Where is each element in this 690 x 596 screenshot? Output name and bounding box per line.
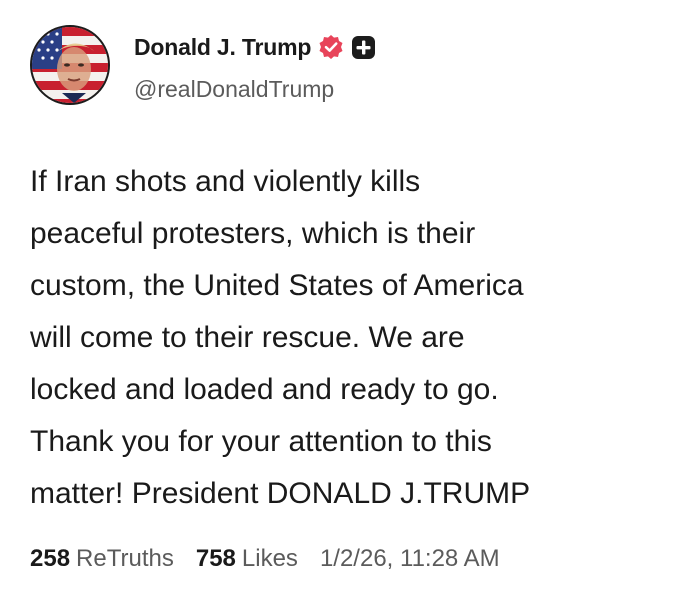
likes-stat[interactable]: 758 Likes <box>196 545 298 573</box>
author-handle[interactable]: @realDonaldTrump <box>134 76 334 103</box>
post-text-line: locked and loaded and ready to go. <box>30 373 499 406</box>
post-text-line: matter! President DONALD J.TRUMP <box>30 477 531 510</box>
post-text-line: custom, the United States of America <box>30 269 524 302</box>
avatar-image <box>32 27 108 103</box>
post-text-line: will come to their rescue. We are <box>30 321 465 354</box>
retruths-stat[interactable]: 258 ReTruths <box>30 545 174 573</box>
post-stats: 258 ReTruths 758 Likes 1/2/26, 11:28 AM <box>30 545 670 573</box>
verified-badge-icon <box>318 34 344 60</box>
retruths-count: 258 <box>30 545 71 572</box>
retruths-label: ReTruths <box>76 545 174 572</box>
truth-social-post: Donald J. Trump @realDonaldTrump If Iran… <box>0 0 690 596</box>
post-timestamp[interactable]: 1/2/26, 11:28 AM <box>320 545 500 573</box>
post-header: Donald J. Trump @realDonaldTrump <box>30 20 660 110</box>
avatar[interactable] <box>30 25 110 105</box>
post-text-line: peaceful protesters, which is their <box>30 217 476 250</box>
post-text-line: Thank you for your attention to this <box>30 425 492 458</box>
post-text-line: If Iran shots and violently kills <box>30 165 421 198</box>
post-body: If Iran shots and violently kills peacef… <box>30 156 670 520</box>
display-name[interactable]: Donald J. Trump <box>134 34 311 61</box>
name-row: Donald J. Trump <box>134 30 376 64</box>
likes-label: Likes <box>241 545 298 572</box>
plus-badge-icon <box>351 35 376 60</box>
likes-count: 758 <box>195 545 236 572</box>
